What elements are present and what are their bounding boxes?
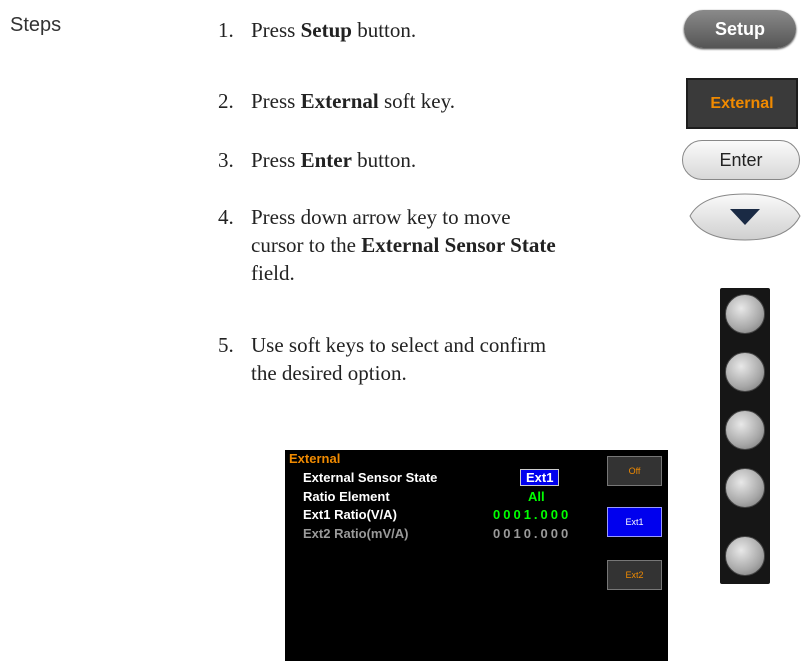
- screen-softkey-off[interactable]: Off: [607, 456, 662, 486]
- external-soft-key[interactable]: External: [686, 78, 798, 129]
- soft-key-panel: [720, 288, 770, 584]
- soft-key-4[interactable]: [725, 468, 765, 508]
- setup-button[interactable]: Setup: [684, 10, 796, 48]
- screen-title: External: [289, 451, 341, 466]
- screen-softkey-ext2[interactable]: Ext2: [607, 560, 662, 590]
- ext2-ratio-value: 0010.000: [493, 526, 572, 541]
- soft-key-5[interactable]: [725, 536, 765, 576]
- sensor-state-value[interactable]: Ext1: [519, 469, 560, 486]
- soft-key-2[interactable]: [725, 352, 765, 392]
- soft-key-3[interactable]: [725, 410, 765, 450]
- screen-softkey-ext1[interactable]: Ext1: [607, 507, 662, 537]
- instrument-screen: External External Sensor State Ext1 Rati…: [285, 450, 668, 661]
- ratio-element-value: All: [528, 489, 545, 504]
- enter-button[interactable]: Enter: [682, 140, 800, 180]
- soft-key-1[interactable]: [725, 294, 765, 334]
- steps-heading: Steps: [10, 14, 62, 36]
- ext1-ratio-value: 0001.000: [493, 507, 572, 522]
- down-arrow-button[interactable]: [688, 192, 802, 242]
- down-arrow-icon: [689, 193, 801, 241]
